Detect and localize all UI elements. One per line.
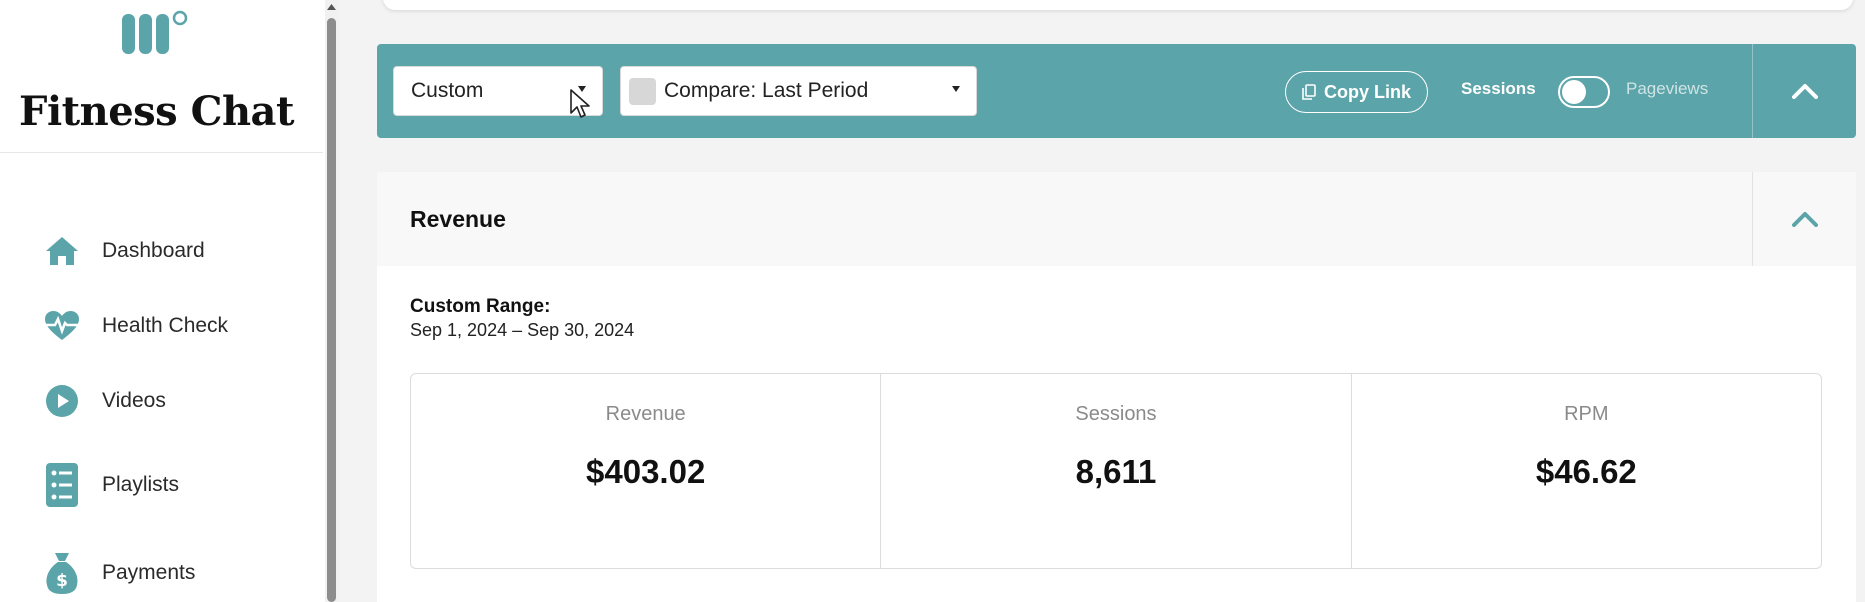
- stat-rpm: RPM $46.62: [1352, 374, 1821, 568]
- stat-label: Revenue: [605, 403, 686, 425]
- sidebar-scrollbar[interactable]: [325, 0, 338, 602]
- main-content: Custom Compare: Last Period Copy Link Se…: [338, 0, 1865, 602]
- copy-link-button[interactable]: Copy Link: [1285, 71, 1428, 113]
- revenue-collapse-button[interactable]: [1753, 172, 1856, 266]
- stat-label: Sessions: [1075, 403, 1157, 425]
- caret-down-icon: [952, 86, 960, 92]
- compare-color-swatch: [629, 77, 656, 105]
- heartbeat-icon: [44, 308, 80, 344]
- revenue-card-header: Revenue: [377, 172, 1856, 266]
- sidebar-item-payments[interactable]: $ Payments: [44, 551, 304, 595]
- sidebar-item-playlists[interactable]: Playlists: [44, 463, 304, 507]
- brand-logo-icon: [122, 10, 188, 54]
- stat-value: $403.02: [586, 453, 706, 490]
- stat-label: RPM: [1564, 403, 1609, 425]
- brand-header: Fitness Chat: [0, 0, 323, 153]
- sidebar-item-label: Health Check: [102, 314, 229, 337]
- custom-range-label: Custom Range:: [410, 296, 551, 317]
- toolbar-collapse-button[interactable]: [1753, 44, 1856, 138]
- sidebar-item-label: Dashboard: [102, 239, 205, 262]
- date-range-value: Custom: [411, 79, 484, 102]
- home-icon: [44, 233, 80, 269]
- copy-link-label: Copy Link: [1323, 81, 1411, 102]
- chevron-up-icon: [1791, 212, 1818, 227]
- toggle-knob: [1562, 80, 1586, 104]
- toggle-label-sessions[interactable]: Sessions: [1461, 79, 1536, 99]
- mouse-pointer-icon: [570, 89, 590, 118]
- sessions-pageviews-toggle[interactable]: [1558, 76, 1610, 108]
- stat-revenue: Revenue $403.02: [411, 374, 882, 568]
- toggle-label-pageviews[interactable]: Pageviews: [1626, 79, 1708, 99]
- copy-icon: [1302, 84, 1316, 100]
- play-circle-icon: [44, 383, 80, 419]
- sidebar-item-label: Videos: [102, 389, 166, 412]
- brand-name: Fitness Chat: [19, 88, 294, 135]
- compare-select[interactable]: Compare: Last Period: [620, 66, 977, 116]
- stat-value: $46.62: [1535, 453, 1637, 490]
- sidebar-item-videos[interactable]: Videos: [44, 379, 304, 423]
- filter-toolbar: Custom Compare: Last Period Copy Link Se…: [377, 44, 1856, 138]
- revenue-card: Revenue Custom Range: Sep 1, 2024 – Sep …: [377, 172, 1856, 602]
- sidebar-item-label: Payments: [102, 561, 196, 584]
- compare-value: Compare: Last Period: [664, 79, 869, 102]
- money-bag-icon: $: [44, 553, 80, 594]
- svg-text:$: $: [56, 571, 68, 591]
- sidebar: Fitness Chat Dashboard Health Check Vide…: [0, 0, 323, 602]
- checklist-icon: [44, 463, 80, 507]
- top-card: [383, 0, 1853, 10]
- sidebar-item-dashboard[interactable]: Dashboard: [44, 229, 304, 273]
- stats-panel: Revenue $403.02 Sessions 8,611 RPM $46.6…: [410, 373, 1822, 569]
- sidebar-item-label: Playlists: [102, 473, 180, 496]
- revenue-title: Revenue: [410, 206, 506, 232]
- scrollbar-thumb[interactable]: [327, 18, 336, 602]
- custom-range-value: Sep 1, 2024 – Sep 30, 2024: [410, 320, 635, 340]
- scroll-up-arrow-icon[interactable]: [325, 0, 338, 14]
- sidebar-item-health-check[interactable]: Health Check: [44, 304, 304, 348]
- stat-sessions: Sessions 8,611: [881, 374, 1352, 568]
- stat-value: 8,611: [1075, 453, 1157, 490]
- chevron-up-icon: [1791, 84, 1818, 99]
